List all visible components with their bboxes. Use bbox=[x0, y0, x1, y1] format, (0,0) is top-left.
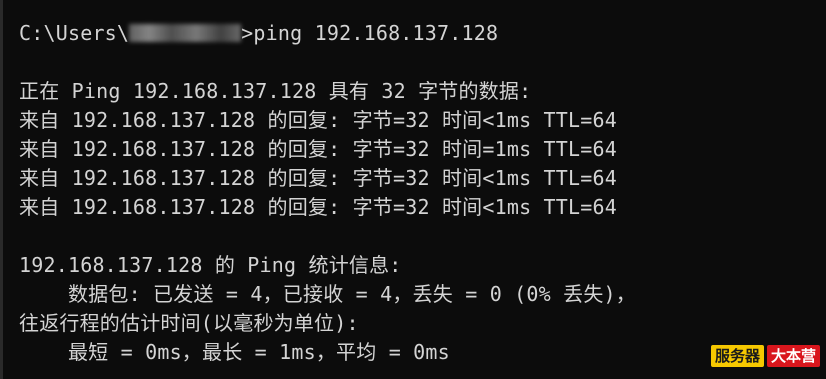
rtt-header: 往返行程的估计时间(以毫秒为单位): bbox=[19, 311, 359, 335]
command-line: C:\Users\ >ping 192.168.137.128 bbox=[19, 19, 816, 48]
watermark-logo: 服务器 大本营 bbox=[710, 345, 820, 367]
redacted-username bbox=[129, 24, 242, 42]
reply-line: 来自 192.168.137.128 的回复: 字节=32 时间<1ms TTL… bbox=[19, 166, 617, 190]
packets-stats: 数据包: 已发送 = 4，已接收 = 4，丢失 = 0 (0% 丢失)， bbox=[19, 282, 636, 306]
watermark-part1: 服务器 bbox=[710, 345, 764, 367]
watermark-part2: 大本营 bbox=[766, 345, 820, 367]
window-edge bbox=[0, 0, 3, 379]
prompt-path: C:\Users\ bbox=[19, 21, 130, 45]
reply-line: 来自 192.168.137.128 的回复: 字节=32 时间<1ms TTL… bbox=[19, 195, 617, 219]
command-text: >ping 192.168.137.128 bbox=[241, 21, 499, 45]
rtt-values: 最短 = 0ms，最长 = 1ms，平均 = 0ms bbox=[19, 340, 450, 364]
terminal-output[interactable]: C:\Users\ >ping 192.168.137.128 正在 Ping 1… bbox=[19, 19, 816, 367]
stats-header: 192.168.137.128 的 Ping 统计信息: bbox=[19, 253, 402, 277]
reply-line: 来自 192.168.137.128 的回复: 字节=32 时间=1ms TTL… bbox=[19, 137, 617, 161]
ping-header: 正在 Ping 192.168.137.128 具有 32 字节的数据: bbox=[19, 79, 532, 103]
reply-line: 来自 192.168.137.128 的回复: 字节=32 时间<1ms TTL… bbox=[19, 108, 617, 132]
